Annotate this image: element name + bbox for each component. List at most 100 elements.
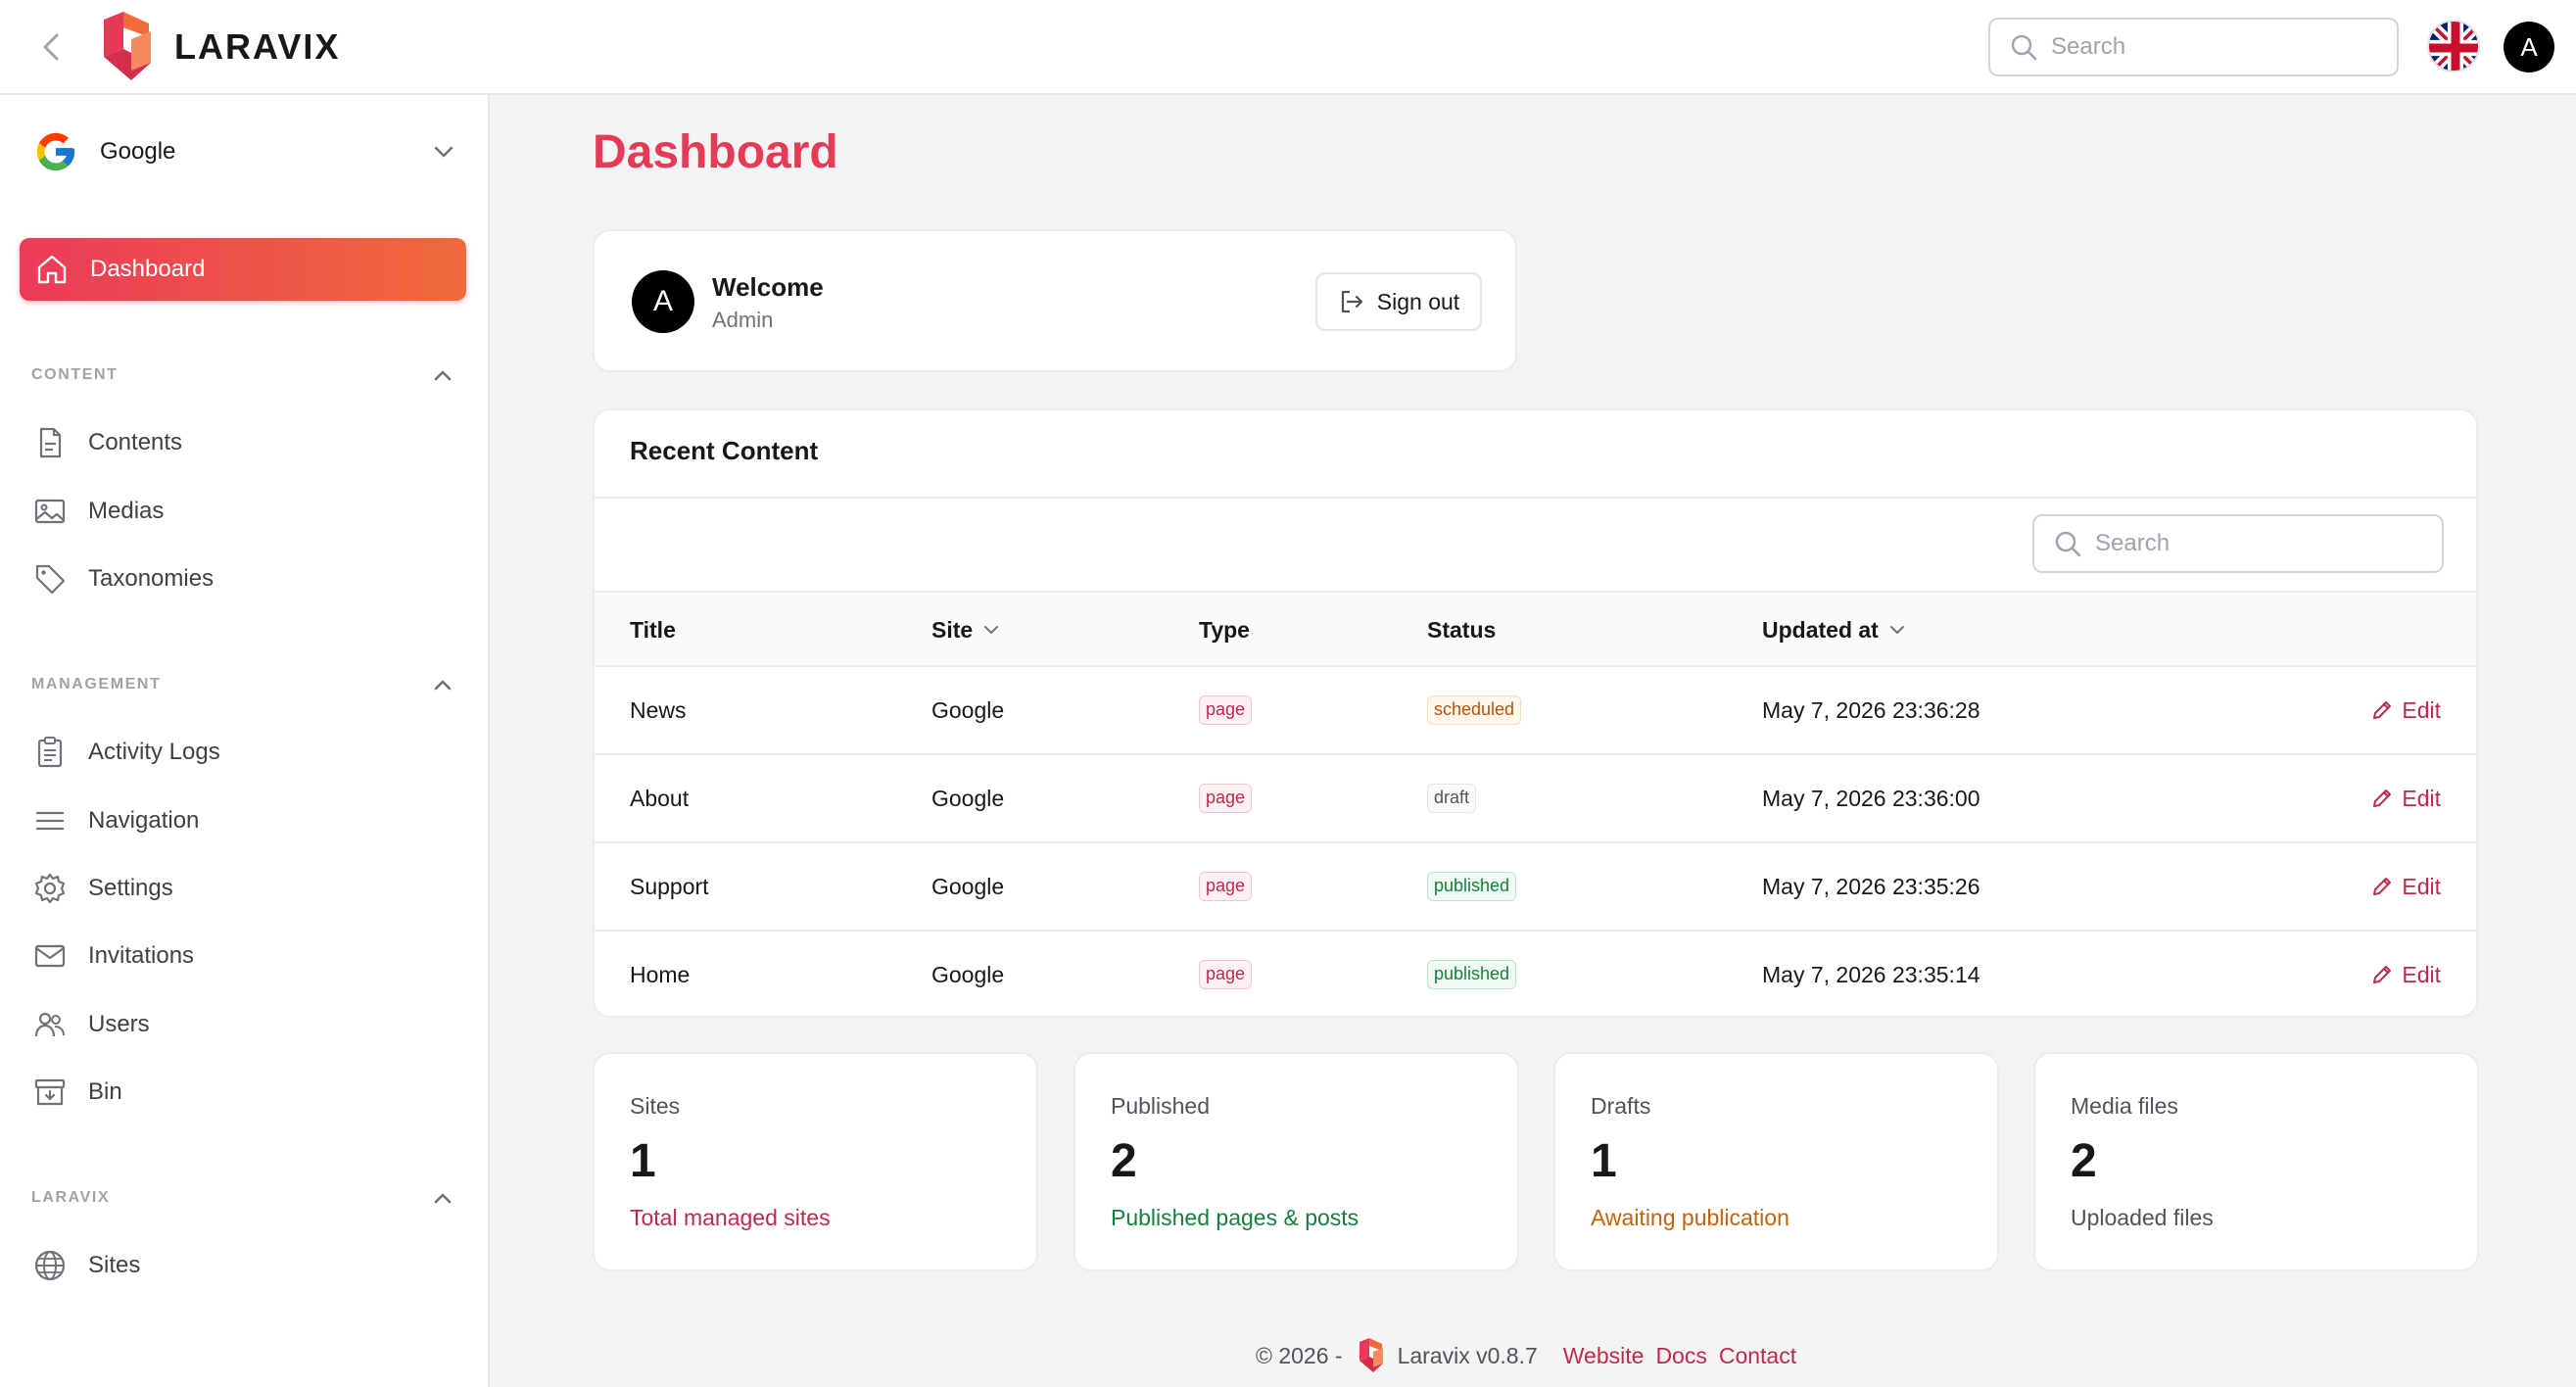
row-updated: May 7, 2026 23:35:14: [1762, 961, 1980, 987]
edit-label: Edit: [2402, 696, 2441, 723]
pencil-icon: [2373, 966, 2392, 983]
table-row: Support Google page published May 7, 202…: [595, 843, 2476, 932]
section-laravix-toggle[interactable]: LARAVIX: [31, 1184, 453, 1212]
edit-label: Edit: [2402, 873, 2441, 899]
sidebar-item-label: Sites: [88, 1252, 141, 1278]
welcome-subtitle: Admin: [712, 308, 774, 332]
edit-button[interactable]: Edit: [2370, 843, 2441, 930]
table-header: Title Site Type Status Updated at: [595, 591, 2476, 667]
status-badge: published: [1427, 960, 1517, 989]
sidebar-item-navigation[interactable]: Navigation: [33, 796, 454, 845]
pencil-icon: [2373, 789, 2392, 807]
stat-value: 1: [630, 1135, 656, 1187]
chevron-down-icon: [1889, 626, 1904, 634]
stat-card-published: Published 2 Published pages & posts: [1073, 1052, 1519, 1271]
chevron-down-icon: [984, 626, 999, 634]
sidebar-item-label: Contents: [88, 429, 183, 455]
sidebar-item-contents[interactable]: Contents: [33, 418, 454, 467]
footer-link-contact[interactable]: Contact: [1719, 1343, 1796, 1369]
users-icon: [34, 1012, 65, 1037]
user-avatar[interactable]: A: [2504, 22, 2554, 72]
document-icon: [39, 427, 62, 458]
column-updated-sort[interactable]: Updated at: [1762, 593, 1906, 667]
divider: [595, 497, 2476, 499]
column-site-sort[interactable]: Site: [931, 593, 1000, 667]
section-title: CONTENT: [31, 366, 119, 383]
stat-card-sites: Sites 1 Total managed sites: [593, 1052, 1038, 1271]
sidebar-item-label: Taxonomies: [88, 565, 215, 592]
site-switcher[interactable]: Google: [33, 124, 454, 179]
sidebar-item-dashboard[interactable]: Dashboard: [20, 238, 466, 301]
sidebar-item-label: Invitations: [88, 942, 195, 969]
sidebar-item-users[interactable]: Users: [33, 1000, 454, 1049]
row-updated: May 7, 2026 23:36:00: [1762, 785, 1980, 811]
row-updated: May 7, 2026 23:35:26: [1762, 873, 1980, 899]
row-site: Google: [931, 961, 1005, 987]
column-status: Status: [1427, 616, 1497, 643]
section-content-toggle[interactable]: CONTENT: [31, 361, 453, 389]
menu-icon: [35, 811, 65, 831]
sidebar-item-settings[interactable]: Settings: [33, 864, 454, 913]
stat-description: Published pages & posts: [1111, 1205, 1360, 1230]
stat-description: Total managed sites: [630, 1205, 831, 1230]
sidebar-item-invitations[interactable]: Invitations: [33, 932, 454, 980]
brand-name: LARAVIX: [174, 26, 341, 67]
sidebar-item-label: Navigation: [88, 807, 200, 834]
image-icon: [34, 499, 66, 524]
status-badge: published: [1427, 872, 1517, 901]
type-badge: page: [1199, 784, 1253, 813]
footer-link-website[interactable]: Website: [1563, 1343, 1645, 1369]
envelope-icon: [34, 944, 66, 968]
sidebar-item-label: Activity Logs: [88, 739, 220, 765]
stat-description: Uploaded files: [2071, 1205, 2214, 1230]
sign-out-button[interactable]: Sign out: [1315, 272, 1482, 331]
brand-logo[interactable]: LARAVIX: [94, 10, 340, 84]
edit-label: Edit: [2402, 961, 2441, 987]
welcome-card: A Welcome Admin Sign out: [593, 229, 1517, 372]
page-title: Dashboard: [593, 126, 838, 178]
section-title: MANAGEMENT: [31, 676, 162, 693]
section-management-toggle[interactable]: MANAGEMENT: [31, 671, 453, 698]
edit-button[interactable]: Edit: [2370, 667, 2441, 753]
row-title: About: [630, 785, 690, 811]
laravix-logo-icon: [104, 12, 151, 80]
sidebar-item-label: Settings: [88, 875, 173, 901]
edit-button[interactable]: Edit: [2370, 755, 2441, 841]
sidebar-item-label: Dashboard: [90, 256, 206, 282]
table-search[interactable]: [2032, 514, 2444, 573]
type-badge: page: [1199, 960, 1253, 989]
row-updated: May 7, 2026 23:36:28: [1762, 696, 1980, 723]
stat-value: 1: [1591, 1135, 1617, 1187]
google-logo-icon: [36, 132, 75, 171]
column-label: Site: [931, 616, 974, 643]
sidebar-item-activity-logs[interactable]: Activity Logs: [33, 728, 454, 777]
stat-label: Sites: [630, 1093, 681, 1119]
laravix-logo-icon: [1359, 1338, 1383, 1372]
chevron-up-icon: [434, 370, 452, 381]
table-search-input[interactable]: [2095, 530, 2418, 557]
sidebar-item-label: Medias: [88, 498, 165, 524]
global-search[interactable]: [1988, 18, 2399, 76]
sidebar-item-taxonomies[interactable]: Taxonomies: [33, 554, 454, 603]
pencil-icon: [2373, 878, 2392, 895]
status-badge: draft: [1427, 784, 1477, 813]
sidebar-item-bin[interactable]: Bin: [33, 1068, 454, 1117]
archive-icon: [34, 1078, 66, 1106]
footer-link-docs[interactable]: Docs: [1655, 1343, 1706, 1369]
chevron-up-icon: [434, 1193, 452, 1204]
tag-icon: [35, 564, 66, 595]
edit-button[interactable]: Edit: [2370, 932, 2441, 1016]
back-button[interactable]: [33, 29, 69, 65]
chevron-left-icon: [43, 33, 59, 61]
sidebar-item-medias[interactable]: Medias: [33, 487, 454, 536]
sidebar-item-sites[interactable]: Sites: [33, 1241, 454, 1290]
stat-value: 2: [2071, 1135, 2097, 1187]
recent-content-card: Recent Content Title Site Type Status Up…: [593, 408, 2478, 1018]
language-flag-uk-icon[interactable]: [2427, 20, 2480, 72]
stat-description: Awaiting publication: [1591, 1205, 1789, 1230]
footer-copyright: © 2026 -: [1256, 1342, 1343, 1368]
row-title: Support: [630, 873, 709, 899]
stat-card-media-files: Media files 2 Uploaded files: [2033, 1052, 2479, 1271]
global-search-input[interactable]: [2051, 33, 2364, 61]
stat-value: 2: [1111, 1135, 1137, 1187]
